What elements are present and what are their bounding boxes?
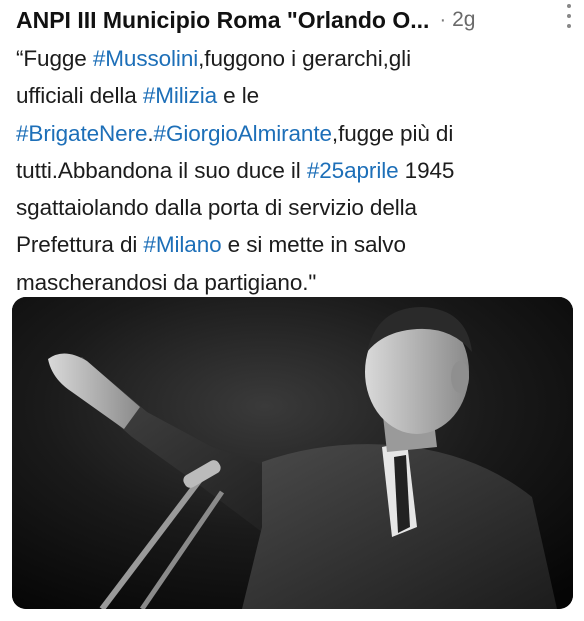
more-options-icon[interactable]	[562, 4, 576, 28]
text-segment: mascherandosi da partigiano."	[16, 269, 317, 295]
text-segment: ,fuggono i gerarchi,gli	[198, 46, 411, 71]
author-name[interactable]: ANPI III Municipio Roma "Orlando O...	[16, 7, 429, 34]
post-header: ANPI III Municipio Roma "Orlando O... · …	[16, 4, 572, 36]
post-text-line: #BrigateNere.#GiorgioAlmirante,fugge più…	[16, 115, 572, 152]
text-segment: sgattaiolando dalla porta di servizio de…	[16, 195, 417, 221]
hashtag-link[interactable]: #25aprile	[307, 158, 399, 183]
post-text-line: Prefettura di #Milano e si mette in salv…	[16, 226, 572, 263]
post-photo[interactable]	[12, 297, 573, 609]
hashtag-link[interactable]: #GiorgioAlmirante	[154, 121, 332, 146]
hashtag-link[interactable]: #Milizia	[143, 83, 217, 108]
text-segment: “Fugge	[16, 46, 93, 71]
separator-dot: ·	[439, 8, 447, 31]
text-segment: ufficiali della	[16, 83, 143, 109]
text-segment: ,fugge più di	[331, 120, 454, 146]
post-text: “Fugge #Mussolini,fuggono i gerarchi,gli…	[16, 40, 572, 301]
post-text-line: “Fugge #Mussolini,fuggono i gerarchi,gli	[16, 40, 572, 77]
hashtag-link[interactable]: #Mussolini	[93, 46, 198, 71]
text-segment: e le	[217, 83, 260, 109]
post-text-line: ufficiali della #Milizia e le	[16, 77, 572, 114]
hashtag-link[interactable]: #BrigateNere	[16, 121, 147, 146]
post-time[interactable]: 2g	[452, 8, 475, 32]
text-segment: tutti.Abbandona il suo duce il	[16, 157, 307, 183]
dot-icon	[567, 4, 571, 8]
post-text-line: tutti.Abbandona il suo duce il #25aprile…	[16, 152, 572, 189]
hashtag-link[interactable]: #Milano	[143, 232, 221, 257]
text-segment: Prefettura di	[16, 232, 144, 258]
dot-icon	[567, 14, 571, 18]
photo-illustration	[12, 297, 573, 609]
post-text-line: mascherandosi da partigiano."	[16, 264, 572, 301]
post-text-line: sgattaiolando dalla porta di servizio de…	[16, 189, 572, 226]
text-segment: 1945	[398, 157, 455, 183]
dot-icon	[567, 24, 571, 28]
text-segment: e si mette in salvo	[221, 232, 406, 258]
